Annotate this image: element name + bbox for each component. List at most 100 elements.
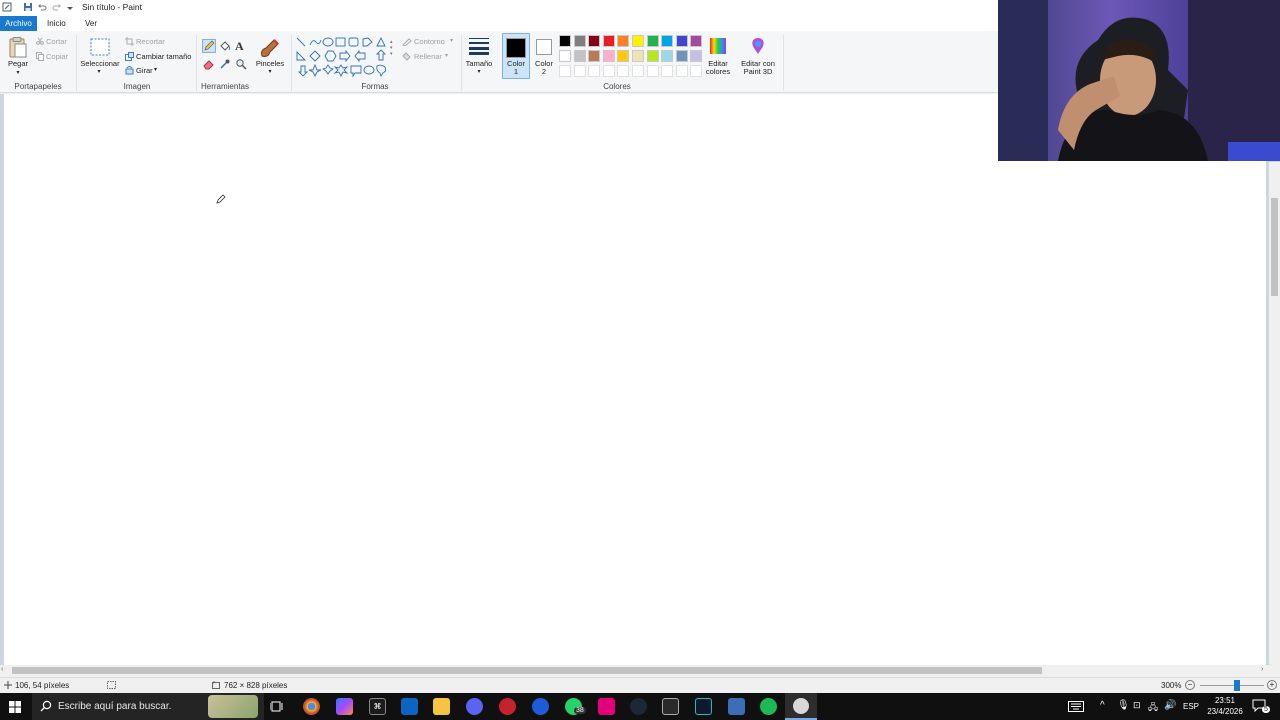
palette-swatch[interactable] (661, 50, 674, 62)
custom-color-slot[interactable] (632, 65, 644, 77)
chrome-icon[interactable] (303, 698, 320, 715)
network-icon[interactable]: 🖧 (1148, 700, 1158, 716)
tab-home[interactable]: Inicio (41, 16, 72, 31)
palette-swatch[interactable] (602, 50, 615, 62)
customize-quick-access-icon[interactable] (64, 2, 75, 13)
shapes-scroll-icon[interactable]: ▴ ▾ ▾ (390, 39, 393, 57)
palette-swatch[interactable] (588, 35, 601, 47)
paint-app-icon[interactable] (1, 2, 12, 13)
palette-swatch[interactable] (661, 35, 674, 47)
windows-start-icon[interactable] (9, 701, 21, 715)
terminal-icon[interactable]: ⌘ (369, 698, 386, 715)
zoom-out-button[interactable]: − (1185, 680, 1195, 690)
palette-swatch[interactable] (675, 50, 688, 62)
brushes-button[interactable]: Pinceles (254, 60, 286, 68)
paste-icon[interactable] (8, 37, 28, 61)
file-explorer-icon[interactable] (433, 698, 450, 715)
outline-button[interactable]: Contorno (414, 37, 445, 46)
custom-color-slot[interactable] (675, 65, 688, 77)
color-picker-icon[interactable] (219, 58, 231, 72)
palette-swatch[interactable] (632, 35, 644, 47)
scroll-right-icon[interactable]: › (1261, 666, 1263, 673)
app-icon[interactable] (695, 698, 712, 715)
color2-swatch[interactable] (536, 39, 552, 55)
custom-color-slot[interactable] (646, 65, 659, 77)
select-icon[interactable] (89, 37, 111, 59)
capcut-icon[interactable] (662, 698, 679, 715)
scroll-left-icon[interactable]: ‹ (1, 666, 3, 673)
security-icon[interactable] (728, 698, 745, 715)
edit-colors-icon[interactable] (708, 36, 728, 58)
steam-icon[interactable] (630, 698, 647, 715)
clock-time[interactable]: 23:51 (1206, 696, 1244, 705)
custom-color-slot[interactable] (573, 65, 586, 77)
clock-date[interactable]: 23/4/2026 (1202, 707, 1248, 716)
custom-color-slot[interactable] (661, 65, 674, 77)
search-box[interactable]: Escribe aquí para buscar. (32, 693, 264, 720)
zoom-slider[interactable] (1200, 685, 1264, 686)
mail-icon[interactable] (401, 698, 418, 715)
copy-button[interactable]: Copiar (46, 52, 68, 61)
magnifier-icon[interactable] (235, 58, 247, 72)
save-icon[interactable] (22, 2, 33, 13)
vertical-scroll-thumb[interactable] (1271, 198, 1278, 296)
palette-swatch[interactable] (632, 50, 644, 62)
size-button[interactable]: Tamaño (462, 60, 496, 68)
crop-button[interactable]: Recortar (136, 37, 165, 46)
tab-file[interactable]: Archivo (0, 16, 37, 31)
pencil-icon[interactable] (202, 39, 216, 53)
redo-icon[interactable] (51, 2, 62, 13)
palette-swatch[interactable] (646, 50, 659, 62)
paint-taskbar-button[interactable] (785, 693, 817, 720)
size-icon[interactable] (468, 37, 490, 57)
fill-button[interactable]: Rellenar (414, 52, 442, 61)
resize-button[interactable]: Cambiar tamaño (136, 52, 191, 61)
palette-swatch[interactable] (690, 35, 703, 47)
palette-swatch[interactable] (617, 50, 630, 62)
paint3d-icon[interactable] (750, 37, 766, 57)
drawing-canvas[interactable] (4, 94, 1266, 665)
custom-color-slot[interactable] (588, 65, 601, 77)
fill-dropdown-icon[interactable]: ▾ (445, 52, 448, 59)
spotify-icon[interactable] (760, 698, 777, 715)
rotate-button[interactable]: Girar (136, 66, 153, 75)
zoom-slider-thumb[interactable] (1234, 680, 1240, 691)
zoom-in-button[interactable]: + (1267, 680, 1277, 690)
palette-swatch[interactable] (617, 35, 630, 47)
tray-expand-icon[interactable]: ^ (1100, 700, 1105, 711)
copilot-icon[interactable] (336, 698, 353, 715)
shapes-gallery[interactable] (295, 36, 397, 78)
obs-icon[interactable] (499, 698, 516, 715)
fill-bucket-icon[interactable] (219, 40, 231, 54)
vertical-scrollbar[interactable] (1269, 162, 1280, 665)
palette-swatch[interactable] (573, 50, 586, 62)
palette-swatch[interactable] (559, 50, 571, 62)
rotate-dropdown-icon[interactable]: ▾ (154, 66, 157, 73)
custom-color-slot[interactable] (559, 65, 571, 77)
microphone-icon[interactable]: 🎙 (1117, 700, 1130, 711)
horizontal-scroll-thumb[interactable] (12, 667, 1042, 674)
tray-app-icon[interactable]: ⊡ (1133, 700, 1141, 711)
tab-view[interactable]: Ver (79, 16, 103, 31)
brushes-dropdown-icon[interactable]: ▾ (266, 68, 274, 76)
palette-swatch[interactable] (559, 35, 571, 47)
select-dropdown-icon[interactable]: ▾ (95, 68, 103, 76)
palette-swatch[interactable] (573, 35, 586, 47)
discord-icon[interactable] (466, 698, 483, 715)
eraser-icon[interactable] (203, 58, 215, 72)
app-icon[interactable] (598, 698, 615, 715)
keyboard-icon[interactable] (1068, 701, 1084, 714)
palette-swatch[interactable] (646, 35, 659, 47)
paste-button[interactable]: Pegar (6, 60, 30, 68)
undo-icon[interactable] (36, 2, 47, 13)
outline-dropdown-icon[interactable]: ▾ (450, 37, 453, 44)
task-view-icon[interactable] (269, 700, 284, 715)
app-icon[interactable] (532, 698, 549, 715)
volume-icon[interactable]: 🔊 (1164, 700, 1176, 711)
palette-swatch[interactable] (675, 35, 688, 47)
palette-swatch[interactable] (602, 35, 615, 47)
custom-color-slot[interactable] (617, 65, 630, 77)
language-indicator[interactable]: ESP (1183, 702, 1199, 711)
horizontal-scrollbar[interactable]: ‹ › (0, 665, 1280, 676)
size-dropdown-icon[interactable]: ▾ (475, 68, 483, 76)
